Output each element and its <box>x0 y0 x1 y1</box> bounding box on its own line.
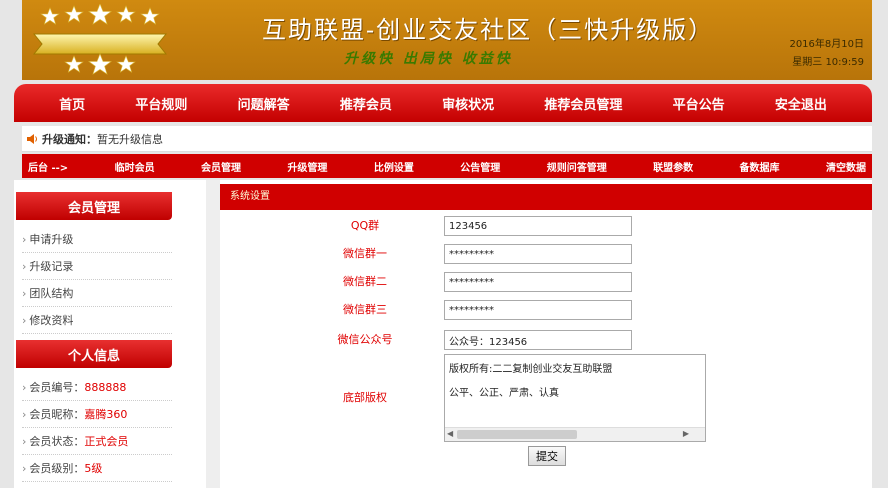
wechat-group-1-input[interactable] <box>444 244 632 264</box>
personal-info-list: › 会员编号：888888 › 会员昵称：嘉腾360 › 会员状态：正式会员 › 会员级… <box>22 374 172 482</box>
info-label: 会员级别： <box>29 462 85 475</box>
wechat-group-1-label: 微信群一 <box>343 247 387 260</box>
info-value: 嘉腾360 <box>84 408 128 421</box>
sidebar-item-edit-profile[interactable]: › 修改资料 <box>22 307 172 334</box>
chevron-right-icon: › <box>22 408 27 421</box>
member-manage-list: › 申请升级 › 升级记录 › 团队结构 › 修改资料 <box>22 226 172 334</box>
scrollbar-thumb[interactable] <box>457 430 577 439</box>
subnav-clear-data[interactable]: 清空数据 <box>826 159 866 174</box>
upgrade-notice-bar: 升级通知： 暂无升级信息 <box>22 126 872 152</box>
chevron-right-icon: › <box>22 287 27 300</box>
official-account-label: 微信公众号 <box>337 333 393 346</box>
site-header: 互助联盟-创业交友社区（三快升级版） 升级快 出局快 收益快 2016年8月10… <box>22 0 872 80</box>
nav-faq[interactable]: 问题解答 <box>238 94 290 113</box>
form-row-wechat-2: 微信群二 <box>220 272 872 292</box>
form-row-wechat-1: 微信群一 <box>220 244 872 264</box>
site-slogan: 升级快 出局快 收益快 <box>344 51 513 67</box>
sidebar-item-label: 升级记录 <box>29 260 74 273</box>
subnav-temp-members[interactable]: 临时会员 <box>115 159 155 174</box>
nav-announcements[interactable]: 平台公告 <box>673 94 725 113</box>
member-manage-heading: 会员管理 <box>16 192 172 220</box>
subnav-backend[interactable]: 后台 --> <box>28 159 68 174</box>
chevron-right-icon: › <box>22 462 27 475</box>
subnav-announcement-manage[interactable]: 公告管理 <box>460 159 500 174</box>
notice-text: 暂无升级信息 <box>97 132 163 146</box>
info-member-level: › 会员级别：5级 <box>22 455 172 482</box>
chevron-right-icon: › <box>22 381 27 394</box>
info-label: 会员编号： <box>29 381 85 394</box>
sidebar-item-label: 修改资料 <box>29 314 74 327</box>
column-divider <box>206 180 220 488</box>
subnav-rules-faq-manage[interactable]: 规则问答管理 <box>547 159 607 174</box>
date-time-display: 2016年8月10日 星期三 10:9:59 <box>789 36 864 72</box>
chevron-right-icon: › <box>22 435 27 448</box>
sidebar: 会员管理 › 申请升级 › 升级记录 › 团队结构 › 修改资料 个人信息 › 会员编号：… <box>14 180 206 488</box>
submit-button[interactable]: 提交 <box>528 446 566 466</box>
footer-copyright-textarea[interactable]: 版权所有:二二复制创业交友互助联盟 公平、公正、严肃、认真 <box>445 355 705 427</box>
main-nav: 首页 平台规则 问题解答 推荐会员 审核状况 推荐会员管理 平台公告 安全退出 <box>14 84 872 122</box>
settings-panel: 系统设置 QQ群 微信群一 微信群二 微信群三 微信公众号 底部版权 版权所有:… <box>220 180 872 488</box>
subnav-member-manage[interactable]: 会员管理 <box>201 159 241 174</box>
sidebar-item-label: 申请升级 <box>29 233 74 246</box>
stars-banner-logo <box>32 4 168 75</box>
subnav-upgrade-manage[interactable]: 升级管理 <box>287 159 327 174</box>
subnav-alliance-params[interactable]: 联盟参数 <box>653 159 693 174</box>
form-row-official-account: 微信公众号 <box>220 330 872 350</box>
wechat-group-2-input[interactable] <box>444 272 632 292</box>
sidebar-item-apply-upgrade[interactable]: › 申请升级 <box>22 226 172 253</box>
chevron-right-icon: › <box>22 314 27 327</box>
speaker-icon <box>27 133 37 144</box>
nav-logout[interactable]: 安全退出 <box>775 94 827 113</box>
form-row-wechat-3: 微信群三 <box>220 300 872 320</box>
official-account-input[interactable] <box>444 330 632 350</box>
sidebar-item-team-structure[interactable]: › 团队结构 <box>22 280 172 307</box>
wechat-group-3-label: 微信群三 <box>343 303 387 316</box>
info-value: 888888 <box>84 381 127 394</box>
notice-label: 升级通知： <box>42 132 97 146</box>
wechat-group-3-input[interactable] <box>444 300 632 320</box>
info-member-nickname: › 会员昵称：嘉腾360 <box>22 401 172 428</box>
chevron-right-icon: › <box>22 260 27 273</box>
subnav-backup-db[interactable]: 备数据库 <box>740 159 780 174</box>
nav-home[interactable]: 首页 <box>59 94 85 113</box>
info-member-status: › 会员状态：正式会员 <box>22 428 172 455</box>
info-label: 会员状态： <box>29 435 85 448</box>
info-member-id: › 会员编号：888888 <box>22 374 172 401</box>
scroll-right-icon[interactable]: ▶ <box>683 429 689 438</box>
nav-recommend-member[interactable]: 推荐会员 <box>340 94 392 113</box>
personal-info-heading: 个人信息 <box>16 340 172 368</box>
wechat-group-2-label: 微信群二 <box>343 275 387 288</box>
info-label: 会员昵称： <box>29 408 85 421</box>
nav-review-status[interactable]: 审核状况 <box>442 94 494 113</box>
site-title: 互助联盟-创业交友社区（三快升级版） <box>262 16 715 44</box>
admin-sub-nav: 后台 --> 临时会员 会员管理 升级管理 比例设置 公告管理 规则问答管理 联… <box>22 154 872 178</box>
date-text: 2016年8月10日 <box>789 39 864 50</box>
subnav-ratio-settings[interactable]: 比例设置 <box>374 159 414 174</box>
qq-group-input[interactable] <box>444 216 632 236</box>
footer-copyright-label: 底部版权 <box>343 391 387 404</box>
chevron-right-icon: › <box>22 233 27 246</box>
info-value: 正式会员 <box>84 435 129 448</box>
footer-copyright-box: 版权所有:二二复制创业交友互助联盟 公平、公正、严肃、认真 ◀ ▶ <box>444 354 706 442</box>
sidebar-item-label: 团队结构 <box>29 287 74 300</box>
nav-rules[interactable]: 平台规则 <box>135 94 187 113</box>
sidebar-item-upgrade-records[interactable]: › 升级记录 <box>22 253 172 280</box>
scroll-left-icon[interactable]: ◀ <box>447 429 453 438</box>
info-value: 5级 <box>84 462 103 475</box>
form-row-qq: QQ群 <box>220 216 872 236</box>
nav-recommend-manage[interactable]: 推荐会员管理 <box>544 94 622 113</box>
section-title: 系统设置 <box>220 184 872 210</box>
time-text: 星期三 10:9:59 <box>792 57 864 68</box>
qq-group-label: QQ群 <box>350 219 380 232</box>
horizontal-scrollbar[interactable]: ◀ ▶ <box>445 427 705 441</box>
